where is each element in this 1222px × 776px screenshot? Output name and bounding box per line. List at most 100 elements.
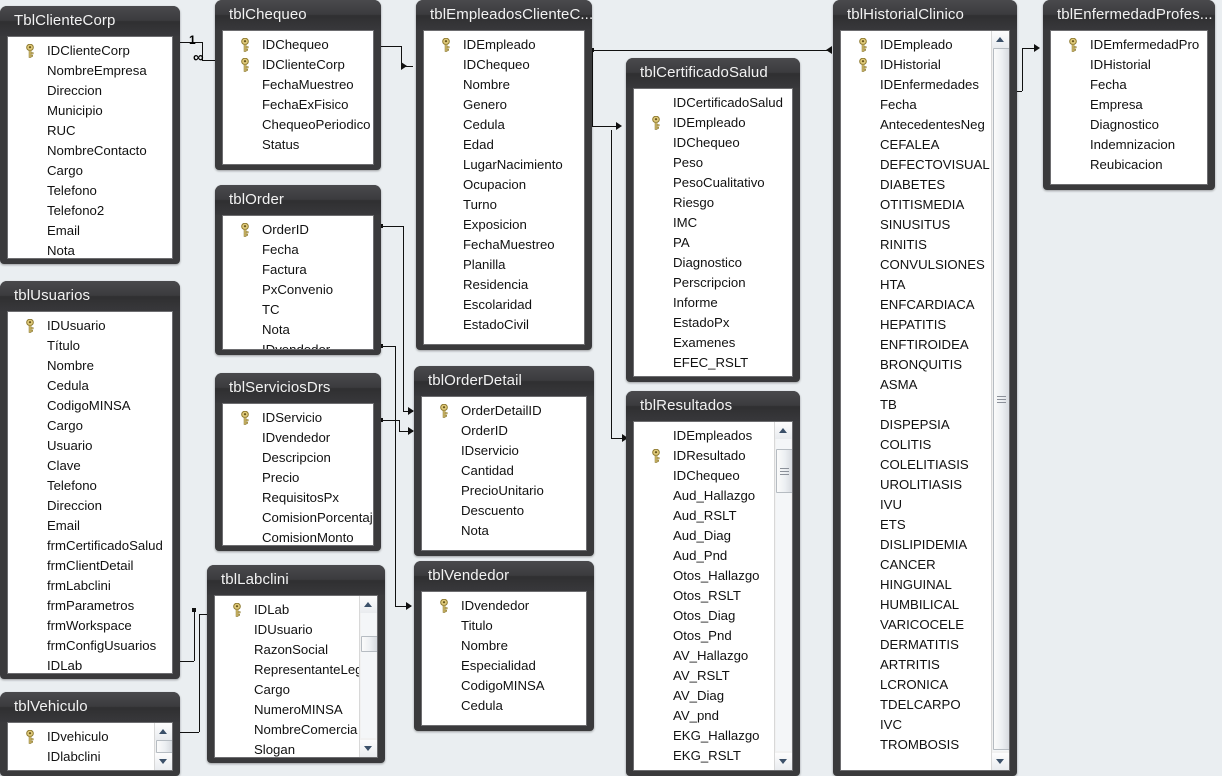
field-row[interactable]: Direccion (8, 496, 172, 516)
field-row[interactable]: Telefono (8, 181, 172, 201)
field-row[interactable]: HEPATITIS (841, 315, 991, 335)
field-row[interactable]: NombreEmpresa (8, 61, 172, 81)
field-row[interactable]: ComisionPorcentaje (223, 508, 373, 528)
field-row[interactable]: Aud_Hallazgo (634, 486, 774, 506)
field-row[interactable]: Empresa (1051, 95, 1207, 115)
field-row-primary-key[interactable]: IDServicio (223, 408, 373, 428)
vertical-scrollbar[interactable] (154, 723, 172, 770)
vertical-scrollbar[interactable] (991, 31, 1009, 770)
field-row[interactable]: BRONQUITIS (841, 355, 991, 375)
field-row[interactable]: Otos_Hallazgo (634, 566, 774, 586)
field-row[interactable]: Especialidad (422, 656, 586, 676)
field-row-primary-key[interactable]: IDUsuario (8, 316, 172, 336)
table-window-tblVendedor[interactable]: tblVendedor IDvendedor Titulo Nombre Especia… (414, 561, 594, 731)
field-row[interactable]: TC (223, 300, 373, 320)
field-row[interactable]: Residencia (424, 275, 584, 295)
field-row[interactable]: IDUsuario (215, 620, 359, 640)
field-row[interactable]: CANCER (841, 555, 991, 575)
field-row-primary-key[interactable]: IDChequeo (223, 35, 373, 55)
field-row[interactable]: Status (223, 135, 373, 155)
table-title[interactable]: tblCertificadoSalud (626, 58, 800, 88)
field-row-primary-key[interactable]: IDResultado (634, 446, 774, 466)
table-title[interactable]: tblOrderDetail (414, 366, 594, 396)
field-row[interactable]: Fecha (223, 240, 373, 260)
field-row-primary-key[interactable]: OrderDetailID (422, 401, 586, 421)
table-window-tblVehiculo[interactable]: tblVehiculo IDvehiculo IDlabclini Marca (0, 692, 180, 776)
field-row[interactable]: IMC (634, 213, 792, 233)
scroll-up-arrow-icon[interactable] (992, 31, 1009, 48)
field-row-primary-key[interactable]: IDHistorial (841, 55, 991, 75)
field-row[interactable]: AV_Hallazgo (634, 646, 774, 666)
field-row[interactable]: OTITISMEDIA (841, 195, 991, 215)
field-row[interactable]: PxConvenio (223, 280, 373, 300)
table-window-tblLabclini[interactable]: tblLabclini IDLab IDUsuario RazonSocial Repr… (207, 565, 385, 763)
field-row[interactable]: HINGUINAL (841, 575, 991, 595)
field-row[interactable]: Cedula (8, 376, 172, 396)
scroll-down-arrow-icon[interactable] (155, 753, 172, 770)
field-row[interactable]: Email (8, 221, 172, 241)
table-title[interactable]: tblChequeo (215, 0, 381, 30)
field-row[interactable]: Turno (424, 195, 584, 215)
scrollbar-track[interactable] (361, 613, 376, 738)
field-row[interactable]: frmLabclini (8, 576, 172, 596)
field-row[interactable]: TB (841, 395, 991, 415)
field-row[interactable]: AntecedentesNeg (841, 115, 991, 135)
field-row[interactable]: Telefono (8, 476, 172, 496)
scrollbar-thumb[interactable] (361, 636, 377, 652)
field-row[interactable]: NombreComercia (215, 720, 359, 740)
field-row[interactable]: IDEmpleados (634, 426, 774, 446)
field-row[interactable]: IDlabclini (8, 747, 154, 767)
field-row[interactable]: Genero (424, 95, 584, 115)
field-row[interactable]: Nota (223, 320, 373, 340)
field-row[interactable]: PrecioUnitario (422, 481, 586, 501)
field-row[interactable]: Cedula (424, 115, 584, 135)
field-row[interactable]: IDvendedor (223, 340, 373, 349)
field-row[interactable]: Titulo (422, 616, 586, 636)
field-row[interactable]: AV_pnd (634, 706, 774, 726)
table-title[interactable]: tblVendedor (414, 561, 594, 591)
field-row[interactable]: Cantidad (422, 461, 586, 481)
field-row[interactable]: HTA (841, 275, 991, 295)
field-row[interactable]: UROLITIASIS (841, 475, 991, 495)
field-row[interactable]: EFEC_RSLT (634, 353, 792, 373)
field-row[interactable]: Email (8, 516, 172, 536)
table-title[interactable]: tblEmpleadosClienteC... (416, 0, 592, 30)
field-row[interactable]: IDEnfermedades (841, 75, 991, 95)
field-row[interactable]: Slogan (215, 740, 359, 757)
field-row[interactable]: RequisitosPx (223, 488, 373, 508)
scroll-up-arrow-icon[interactable] (360, 596, 377, 613)
field-row[interactable]: IDChequeo (424, 55, 584, 75)
field-row[interactable]: Usuario (8, 436, 172, 456)
field-row[interactable]: ARTRITIS (841, 655, 991, 675)
field-row[interactable]: Ocupacion (424, 175, 584, 195)
field-row[interactable]: EKG_Hallazgo (634, 726, 774, 746)
field-row[interactable]: Fecha (1051, 75, 1207, 95)
field-row[interactable]: Municipio (8, 101, 172, 121)
field-row[interactable]: Exposicion (424, 215, 584, 235)
table-title[interactable]: tblResultados (626, 391, 800, 421)
table-window-tblChequeo[interactable]: tblChequeo IDChequeo IDClienteCorp FechaMue… (215, 0, 381, 170)
field-row[interactable]: Planilla (424, 255, 584, 275)
field-row[interactable]: ComisionMonto (223, 528, 373, 545)
field-row[interactable]: frmConfigUsuarios (8, 636, 172, 656)
field-row[interactable]: DIABETES (841, 175, 991, 195)
field-row[interactable]: CEFALEA (841, 135, 991, 155)
field-row[interactable]: EstadoPx (634, 313, 792, 333)
field-row[interactable]: DEFECTOVISUAL (841, 155, 991, 175)
field-row[interactable]: ChequeoPeriodico (223, 115, 373, 135)
field-row[interactable]: Marca (8, 767, 154, 770)
field-row[interactable]: Aud_Pnd (634, 546, 774, 566)
field-row[interactable]: Cargo (8, 161, 172, 181)
field-row[interactable]: OrderID (422, 421, 586, 441)
field-row[interactable]: FechaMuestreo (424, 235, 584, 255)
field-row[interactable]: LCRONICA (841, 675, 991, 695)
table-window-tblResultados[interactable]: tblResultados IDEmpleados IDResultado IDChe… (626, 391, 800, 776)
field-row[interactable]: Nombre (424, 75, 584, 95)
field-row[interactable]: Descuento (422, 501, 586, 521)
field-row[interactable]: Aud_Diag (634, 526, 774, 546)
field-row-primary-key[interactable]: IDClienteCorp (8, 41, 172, 61)
field-row[interactable]: Precio (223, 468, 373, 488)
field-row[interactable]: Diagnostico (1051, 115, 1207, 135)
scroll-down-arrow-icon[interactable] (360, 740, 377, 757)
field-row[interactable]: RepresentanteLeg (215, 660, 359, 680)
